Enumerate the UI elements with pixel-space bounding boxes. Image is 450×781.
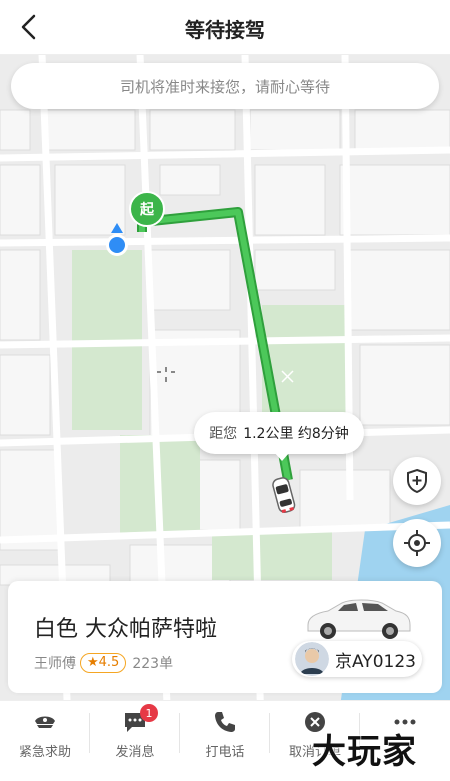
car-image	[307, 599, 411, 639]
status-notice: 司机将准时来接您，请耐心等待	[11, 63, 439, 109]
locate-me-button[interactable]	[393, 519, 441, 567]
watermark: 大玩家	[312, 732, 417, 772]
plate-number: 京AY0123	[335, 651, 416, 672]
eta-prefix: 距您	[209, 426, 238, 442]
order-count: 223单	[132, 656, 174, 672]
phone-icon	[215, 712, 235, 732]
emergency-help-button[interactable]: 紧急求助	[0, 701, 90, 778]
driver-name: 王师傅	[34, 656, 76, 672]
action-label: 发消息	[115, 745, 155, 760]
action-label: 打电话	[205, 745, 245, 760]
current-location-icon	[106, 223, 128, 256]
send-message-button[interactable]: 1 发消息	[90, 701, 180, 778]
car-icon	[272, 477, 296, 514]
crosshair-icon	[404, 530, 430, 556]
eta-bubble-tail	[274, 452, 290, 461]
unread-badge: 1	[140, 704, 158, 722]
car-description: 白色 大众帕萨特啦	[34, 617, 217, 642]
police-cap-icon	[35, 716, 55, 728]
page-title: 等待接驾	[185, 18, 265, 42]
driver-info: 王师傅 ★4.5 223单	[34, 653, 173, 673]
eta-bubble: 距您 1.2公里 约8分钟	[194, 412, 364, 454]
driver-card[interactable]: 白色 大众帕萨特啦 王师傅 ★4.5 223单 京AY0123	[8, 581, 442, 693]
plate-badge: 京AY0123	[292, 641, 422, 677]
call-button[interactable]: 打电话	[180, 701, 270, 778]
action-label: 紧急求助	[18, 745, 71, 760]
eta-value: 1.2公里 约8分钟	[243, 426, 349, 442]
safety-shield-button[interactable]	[393, 457, 441, 505]
shield-plus-icon	[407, 468, 427, 494]
header-bar: 等待接驾	[0, 0, 450, 55]
start-marker: 起	[129, 191, 165, 227]
driver-rating: ★4.5	[80, 653, 127, 673]
driver-avatar	[295, 642, 329, 676]
